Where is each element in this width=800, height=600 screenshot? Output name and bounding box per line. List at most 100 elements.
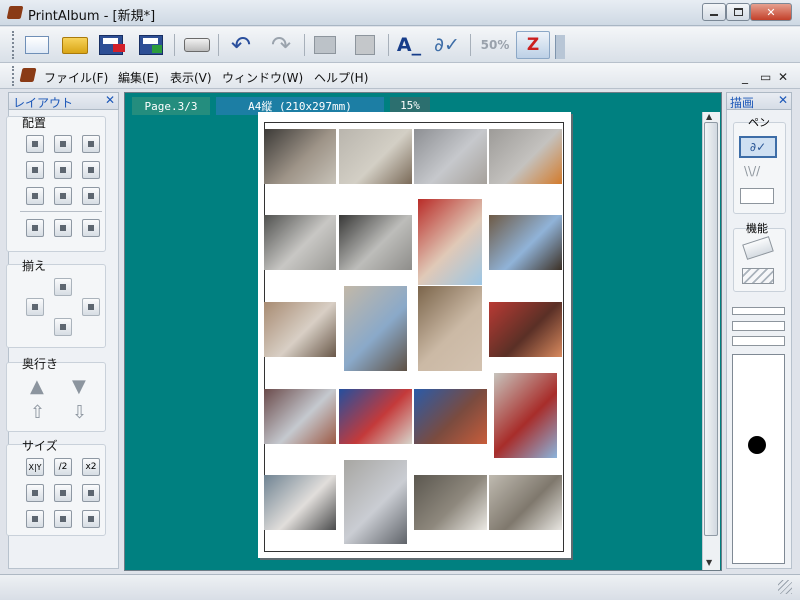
- align-divider: [20, 211, 102, 212]
- depth-group: [6, 362, 106, 432]
- document-icon: [19, 68, 37, 82]
- child-restore-button[interactable]: ▭: [760, 70, 771, 84]
- line-width-thick-button[interactable]: [732, 336, 785, 346]
- size-fit-width-button[interactable]: [82, 484, 100, 502]
- resize-grip[interactable]: [778, 580, 792, 594]
- paste-icon: [355, 35, 375, 55]
- scroll-up-icon[interactable]: ▲: [706, 112, 712, 121]
- size-stretch-vertical-button[interactable]: [54, 510, 72, 528]
- pen-icon: ∂✓: [749, 140, 767, 154]
- marker-button[interactable]: \\//: [744, 164, 760, 178]
- save-as-icon: [99, 35, 125, 55]
- pen-button[interactable]: ∂✓: [739, 136, 777, 158]
- toolbar-grip[interactable]: [12, 31, 15, 59]
- zoom-50-button[interactable]: 50%: [478, 31, 512, 59]
- pen-size-dot: [748, 436, 766, 454]
- page-indicator: Page.3/3: [132, 97, 210, 115]
- depth-label: 奥行き: [22, 357, 59, 371]
- send-to-back-icon[interactable]: ▼: [72, 376, 86, 397]
- size-double-button[interactable]: x2: [82, 458, 100, 476]
- function-label: 機能: [746, 222, 768, 235]
- match-left-button[interactable]: [26, 298, 44, 316]
- toolbar-separator: [470, 34, 471, 56]
- undo-button[interactable]: ↶: [226, 31, 256, 59]
- print-button[interactable]: [182, 31, 212, 59]
- new-document-icon: [25, 36, 49, 54]
- menu-edit[interactable]: 編集(E): [118, 69, 159, 86]
- match-right-button[interactable]: [82, 298, 100, 316]
- align-middle-right-button[interactable]: [82, 161, 100, 179]
- layout-panel-header: レイアウト ✕: [8, 92, 119, 110]
- layout-panel-close-button[interactable]: ✕: [105, 93, 115, 107]
- align-bottom-left-button[interactable]: [26, 187, 44, 205]
- scroll-down-icon[interactable]: ▼: [706, 558, 712, 567]
- distribute-grid-button[interactable]: [82, 219, 100, 237]
- size-fit-button[interactable]: [26, 484, 44, 502]
- text-tool-button[interactable]: A_: [394, 31, 424, 59]
- maximize-button[interactable]: [726, 3, 750, 21]
- close-button[interactable]: ✕: [750, 3, 792, 21]
- align-top-left-button[interactable]: [26, 135, 44, 153]
- distribute-horizontal-button[interactable]: [26, 219, 44, 237]
- match-bottom-button[interactable]: [54, 318, 72, 336]
- print-area-border: [264, 122, 564, 552]
- match-top-button[interactable]: [54, 278, 72, 296]
- bring-forward-icon[interactable]: ⇧: [30, 402, 45, 423]
- align-middle-center-button[interactable]: [54, 161, 72, 179]
- align-top-center-button[interactable]: [54, 135, 72, 153]
- save-button[interactable]: [136, 31, 166, 59]
- menu-view[interactable]: 表示(V): [170, 69, 212, 86]
- new-button[interactable]: [22, 31, 52, 59]
- draw-panel-header: 描画 ✕: [726, 92, 792, 110]
- menu-file[interactable]: ファイル(F): [44, 69, 108, 86]
- align-label: 配置: [22, 116, 47, 130]
- size-stretch-both-button[interactable]: [26, 510, 44, 528]
- child-minimize-button[interactable]: _: [742, 70, 748, 84]
- rectangle-tool-button[interactable]: [740, 188, 774, 204]
- copy-icon: [314, 36, 336, 54]
- pen-tool-button[interactable]: ∂✓: [432, 31, 462, 59]
- size-stretch-horizontal-button[interactable]: [82, 510, 100, 528]
- toolbar-separator: [218, 34, 219, 56]
- save-as-button[interactable]: [96, 31, 126, 59]
- text-tool-icon: A_: [396, 33, 422, 56]
- paste-button[interactable]: [350, 31, 380, 59]
- send-backward-icon[interactable]: ⇩: [72, 402, 87, 423]
- align-top-right-button[interactable]: [82, 135, 100, 153]
- printer-icon: [184, 38, 210, 52]
- distribute-vertical-button[interactable]: [54, 219, 72, 237]
- draw-panel-title: 描画: [730, 96, 755, 110]
- line-width-thin-button[interactable]: [732, 307, 785, 315]
- align-bottom-center-button[interactable]: [54, 187, 72, 205]
- minimize-button[interactable]: [702, 3, 726, 21]
- align-middle-left-button[interactable]: [26, 161, 44, 179]
- pen-tool-icon: ∂✓: [434, 33, 460, 56]
- marker-icon: \\//: [744, 164, 761, 178]
- toolbar-separator: [388, 34, 389, 56]
- status-bar: [0, 574, 800, 600]
- zoom-button[interactable]: Z: [516, 31, 550, 59]
- toolbar-overflow-button[interactable]: [555, 35, 565, 59]
- size-fit-height-button[interactable]: [54, 484, 72, 502]
- redo-button[interactable]: ↷: [266, 31, 296, 59]
- child-close-button[interactable]: ✕: [778, 70, 788, 84]
- line-width-medium-button[interactable]: [732, 321, 785, 331]
- open-button[interactable]: [60, 31, 90, 59]
- close-icon: ✕: [766, 5, 776, 19]
- align-bottom-right-button[interactable]: [82, 187, 100, 205]
- maximize-icon: [733, 8, 743, 16]
- app-icon: [6, 6, 24, 19]
- bring-to-front-icon[interactable]: ▲: [30, 376, 44, 397]
- menu-help[interactable]: ヘルプ(H): [314, 69, 368, 86]
- menu-window[interactable]: ウィンドウ(W): [222, 69, 303, 86]
- vertical-scroll-thumb[interactable]: [704, 122, 718, 536]
- pen-preview: [732, 354, 785, 564]
- size-match-xy-button[interactable]: X|Y: [26, 458, 44, 476]
- menu-grip[interactable]: [12, 66, 15, 86]
- draw-panel-close-button[interactable]: ✕: [778, 93, 788, 107]
- clear-button[interactable]: [742, 268, 774, 284]
- size-label: サイズ: [22, 439, 58, 453]
- pen-label: ペン: [748, 116, 770, 129]
- copy-button[interactable]: [310, 31, 340, 59]
- size-half-button[interactable]: /2: [54, 458, 72, 476]
